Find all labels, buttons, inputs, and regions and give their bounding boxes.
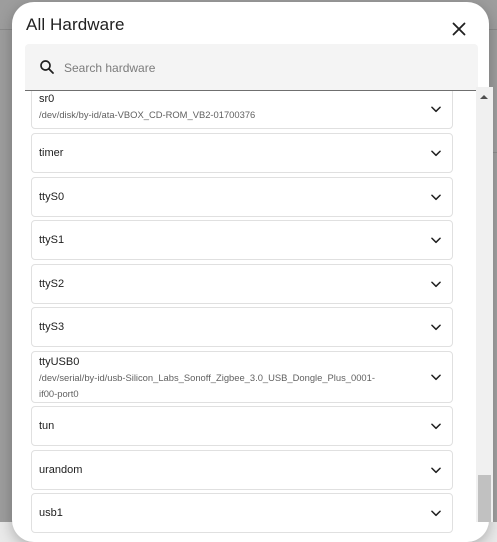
hardware-item-tun[interactable]: tun (31, 406, 453, 446)
hardware-item-name: tun (39, 420, 55, 432)
hardware-item-name: ttyS0 (39, 191, 65, 203)
hardware-item-timer[interactable]: timer (31, 133, 453, 173)
search-field[interactable] (25, 44, 478, 91)
hardware-item-name: usb1 (39, 507, 63, 519)
hardware-item-name: ttyS3 (39, 321, 65, 333)
dialog-title: All Hardware (26, 15, 125, 34)
chevron-down-icon[interactable] (429, 146, 443, 160)
hardware-item-name: ttyUSB0 (39, 356, 80, 368)
search-icon (40, 60, 54, 74)
search-input[interactable] (62, 57, 466, 79)
hardware-item-usb1[interactable]: usb1 (31, 493, 453, 533)
hardware-item-path: /dev/disk/by-id/ata-VBOX_CD-ROM_VB2-0170… (39, 109, 256, 120)
all-hardware-dialog: All Hardware sr0/dev/disk/by-id/ata-VBOX… (12, 2, 489, 542)
chevron-down-icon[interactable] (429, 233, 443, 247)
chevron-down-icon[interactable] (429, 320, 443, 334)
chevron-down-icon[interactable] (429, 370, 443, 384)
hardware-item-ttyS0[interactable]: ttyS0 (31, 177, 453, 217)
background-divider (0, 29, 12, 30)
background-divider (489, 29, 497, 30)
chevron-down-icon[interactable] (429, 190, 443, 204)
hardware-item-name: urandom (39, 464, 83, 476)
chevron-down-icon[interactable] (429, 463, 443, 477)
hardware-item-ttyUSB0[interactable]: ttyUSB0/dev/serial/by-id/usb-Silicon_Lab… (31, 351, 453, 403)
hardware-item-name: ttyS1 (39, 234, 65, 246)
hardware-item-ttyS2[interactable]: ttyS2 (31, 264, 453, 304)
hardware-item-urandom[interactable]: urandom (31, 450, 453, 490)
scroll-up-icon[interactable] (479, 93, 489, 101)
close-icon[interactable] (448, 18, 470, 40)
chevron-down-icon[interactable] (429, 277, 443, 291)
hardware-item-sr0[interactable]: sr0/dev/disk/by-id/ata-VBOX_CD-ROM_VB2-0… (31, 91, 453, 129)
chevron-down-icon[interactable] (429, 419, 443, 433)
scrollbar-track[interactable] (476, 87, 493, 522)
hardware-item-ttyS3[interactable]: ttyS3 (31, 307, 453, 347)
hardware-list: sr0/dev/disk/by-id/ata-VBOX_CD-ROM_VB2-0… (12, 91, 489, 542)
scrollbar-thumb[interactable] (478, 475, 491, 522)
hardware-item-name: timer (39, 147, 64, 159)
chevron-down-icon[interactable] (429, 506, 443, 520)
chevron-down-icon[interactable] (429, 102, 443, 116)
hardware-item-name: ttyS2 (39, 278, 65, 290)
hardware-item-name: sr0 (39, 93, 55, 105)
hardware-item-ttyS1[interactable]: ttyS1 (31, 220, 453, 260)
hardware-item-path: /dev/serial/by-id/usb-Silicon_Labs_Sonof… (39, 372, 375, 399)
